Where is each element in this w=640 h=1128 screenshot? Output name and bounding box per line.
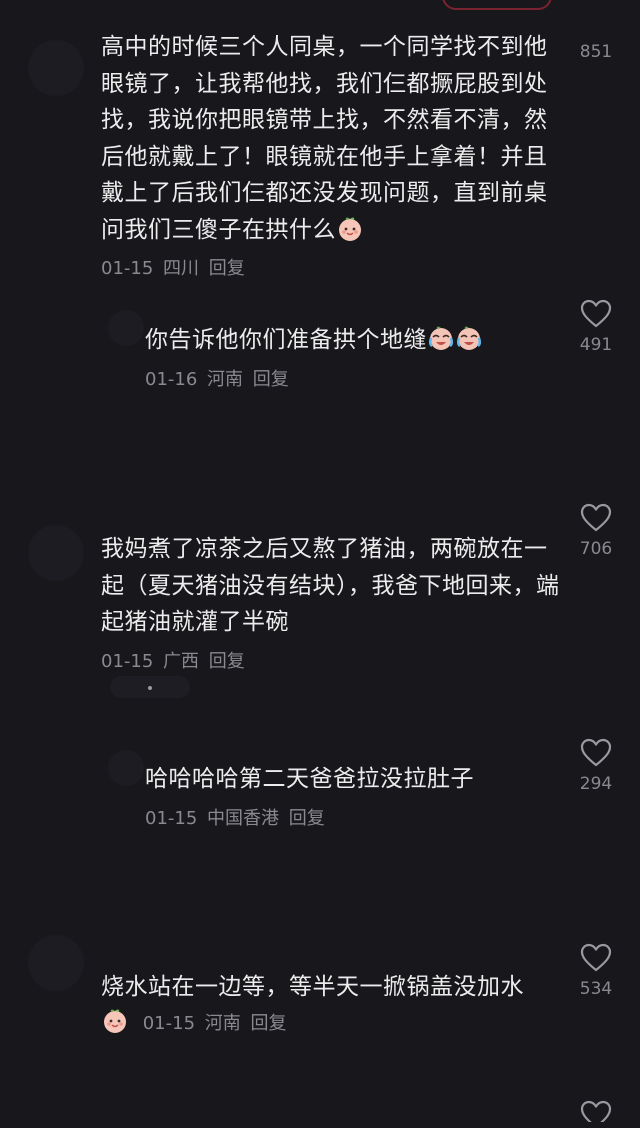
comment-date: 01-16: [145, 368, 198, 390]
reply-button[interactable]: 回复: [209, 258, 245, 279]
peach-smile-emoji: [104, 1008, 126, 1033]
comment-meta: 01-16 河南 回复: [145, 365, 565, 391]
comment-meta: 01-15 广西 回复: [101, 647, 561, 673]
reply-item: 哈哈哈哈第二天爸爸拉没拉肚子 01-15 中国香港 回复: [145, 761, 565, 830]
like-button[interactable]: 491: [576, 299, 616, 355]
heart-outline-icon: [580, 503, 612, 532]
comment-meta: 01-15 四川 回复: [101, 254, 561, 280]
comment-text: 高中的时候三个人同桌，一个同学找不到他眼镜了，让我帮他找，我们仨都撅屁股到处找，…: [101, 29, 561, 248]
like-count: 294: [579, 774, 613, 794]
comment-text: 你告诉他你们准备拱个地缝: [145, 322, 565, 359]
comment-item: 我妈煮了凉茶之后又熬了猪油，两碗放在一起（夏天猪油没有结块），我爸下地回来，端起…: [101, 531, 561, 673]
reply-button[interactable]: 回复: [209, 651, 245, 672]
like-button[interactable]: 534: [576, 943, 616, 999]
avatar[interactable]: [28, 935, 84, 991]
like-count: 706: [579, 539, 613, 559]
comment-text-content: 你告诉他你们准备拱个地缝: [145, 327, 427, 353]
heart-outline-icon: [580, 943, 612, 972]
comment-date: 01-15: [145, 807, 198, 829]
like-button[interactable]: 851: [576, 42, 616, 62]
comment-meta: 01-15 中国香港 回复: [145, 804, 565, 830]
comment-date: 01-15: [101, 258, 154, 279]
comment-item: 烧水站在一边等，等半天一掀锅盖没加水 01-15 河南 回复: [101, 969, 561, 1035]
like-count: 851: [579, 42, 613, 62]
avatar[interactable]: [108, 310, 144, 346]
comment-text: 我妈煮了凉茶之后又熬了猪油，两碗放在一起（夏天猪油没有结块），我爸下地回来，端起…: [101, 536, 560, 635]
like-button[interactable]: [576, 1100, 616, 1128]
like-count: 534: [579, 979, 613, 999]
avatar[interactable]: [28, 525, 84, 581]
comment-meta: 01-15 河南 回复: [101, 1006, 561, 1035]
reply-button[interactable]: 回复: [289, 808, 325, 829]
comment-location: 广西: [163, 650, 200, 672]
reply-item: 你告诉他你们准备拱个地缝 01-16 河南 回复: [145, 322, 565, 391]
heart-outline-icon: [580, 299, 612, 328]
comment-location: 四川: [163, 258, 200, 279]
peach-smile-emoji: [339, 216, 361, 241]
like-count: 491: [579, 335, 613, 355]
comment-location: 河南: [204, 1012, 241, 1034]
crying-laugh-emoji: [456, 326, 482, 350]
comment-item: 高中的时候三个人同桌，一个同学找不到他眼镜了，让我帮他找，我们仨都撅屁股到处找，…: [101, 29, 561, 280]
reply-button[interactable]: 回复: [253, 369, 289, 390]
comment-date: 01-15: [101, 650, 154, 672]
comment-location: 河南: [207, 368, 244, 390]
comment-text-content: 高中的时候三个人同桌，一个同学找不到他眼镜了，让我帮他找，我们仨都撅屁股到处找，…: [101, 34, 548, 243]
heart-outline-icon: [580, 738, 612, 767]
avatar[interactable]: [28, 40, 84, 96]
heart-outline-icon: [580, 1100, 612, 1122]
comment-text: 哈哈哈哈第二天爸爸拉没拉肚子: [145, 766, 474, 792]
like-button[interactable]: 706: [576, 503, 616, 559]
reply-button[interactable]: 回复: [251, 1013, 287, 1034]
expand-dot: [148, 686, 152, 690]
like-button[interactable]: 294: [576, 738, 616, 794]
crying-laugh-emoji: [428, 326, 454, 350]
comment-location: 中国香港: [207, 807, 280, 829]
top-tab-fragment: [442, 0, 552, 10]
comment-text: 烧水站在一边等，等半天一掀锅盖没加水: [101, 974, 524, 1000]
avatar[interactable]: [108, 750, 144, 786]
comment-date: 01-15: [142, 1012, 196, 1034]
